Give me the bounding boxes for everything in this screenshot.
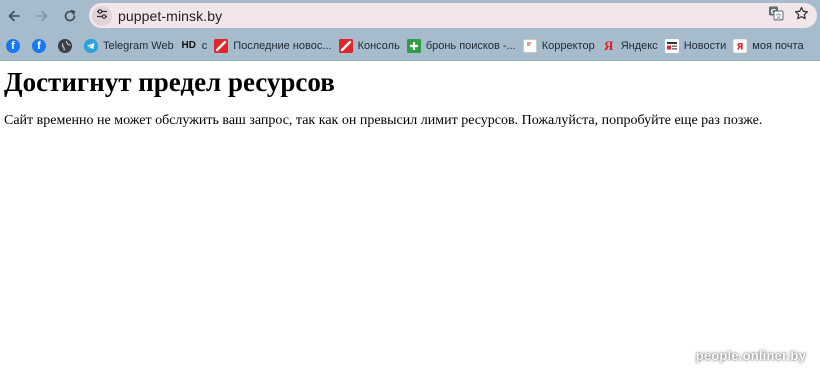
bookmark-label: Новости bbox=[683, 39, 727, 52]
bookmark-label: Консоль bbox=[357, 39, 400, 52]
star-icon[interactable] bbox=[794, 6, 809, 26]
news-icon bbox=[664, 38, 679, 53]
address-bar-actions: G文 bbox=[768, 5, 809, 26]
back-button[interactable] bbox=[0, 2, 28, 30]
bookmark-label: Telegram Web bbox=[103, 39, 174, 52]
bookmark-label: бронь поисков -... bbox=[425, 39, 516, 52]
bookmark-globe[interactable] bbox=[56, 35, 82, 57]
onliner-icon bbox=[214, 38, 229, 53]
google-sheets-icon bbox=[406, 38, 421, 53]
tune-icon bbox=[96, 7, 108, 25]
browser-toolbar: puppet-minsk.by G文 bbox=[0, 0, 820, 31]
bookmark-telegram[interactable]: Telegram Web bbox=[82, 35, 179, 57]
error-message: Сайт временно не может обслужить ваш зап… bbox=[4, 113, 763, 128]
bookmark-corrector[interactable]: Корректор bbox=[521, 35, 600, 57]
bookmark-console[interactable]: Консоль bbox=[337, 35, 405, 57]
page-content: Достигнут предел ресурсов Сайт временно … bbox=[0, 66, 820, 130]
address-bar[interactable]: puppet-minsk.by G文 bbox=[89, 3, 817, 28]
globe-icon bbox=[58, 38, 72, 53]
arrow-right-icon bbox=[35, 9, 49, 23]
page-title: Достигнут предел ресурсов bbox=[4, 67, 335, 97]
url-text[interactable]: puppet-minsk.by bbox=[118, 8, 222, 24]
bookmark-label: с bbox=[201, 39, 208, 52]
bookmark-latest-news[interactable]: Последние новос... bbox=[212, 35, 336, 57]
svg-text:文: 文 bbox=[775, 11, 782, 20]
bookmark-label: Последние новос... bbox=[233, 39, 332, 52]
reload-button[interactable] bbox=[56, 2, 84, 30]
telegram-icon bbox=[84, 38, 98, 53]
facebook-icon: f bbox=[6, 38, 20, 53]
watermark: people.onliner.by bbox=[695, 348, 806, 363]
bookmarks-bar: f f Telegram Web HD с Последние новос... bbox=[0, 31, 820, 61]
bookmark-my-mail[interactable]: Я моя почта bbox=[731, 35, 808, 57]
bookmark-label: моя почта bbox=[752, 39, 804, 52]
forward-button[interactable] bbox=[28, 2, 56, 30]
bookmark-label: Яндекс bbox=[620, 39, 658, 52]
reload-icon bbox=[63, 9, 77, 23]
arrow-left-icon bbox=[7, 9, 21, 23]
bookmark-label: Корректор bbox=[541, 39, 595, 52]
translate-icon[interactable]: G文 bbox=[768, 5, 784, 26]
document-icon bbox=[522, 38, 537, 53]
bookmark-facebook-2[interactable]: f bbox=[30, 35, 56, 57]
bookmark-news[interactable]: Новости bbox=[663, 35, 732, 57]
browser-window: puppet-minsk.by G文 f f Telegram Web HD с… bbox=[0, 0, 820, 373]
svg-text:Я: Я bbox=[737, 42, 744, 52]
yandex-mail-icon: Я bbox=[733, 38, 748, 53]
facebook-icon: f bbox=[32, 38, 46, 53]
hd-icon: HD bbox=[181, 40, 196, 51]
yandex-icon: Я bbox=[603, 37, 614, 53]
bookmark-yandex[interactable]: Я Яндекс bbox=[600, 35, 663, 57]
bookmark-facebook-1[interactable]: f bbox=[4, 35, 30, 57]
bookmark-search-booking[interactable]: бронь поисков -... bbox=[405, 35, 521, 57]
bookmark-hd[interactable]: HD с bbox=[179, 35, 213, 57]
onliner-icon bbox=[338, 38, 353, 53]
site-info-button[interactable] bbox=[92, 5, 112, 26]
